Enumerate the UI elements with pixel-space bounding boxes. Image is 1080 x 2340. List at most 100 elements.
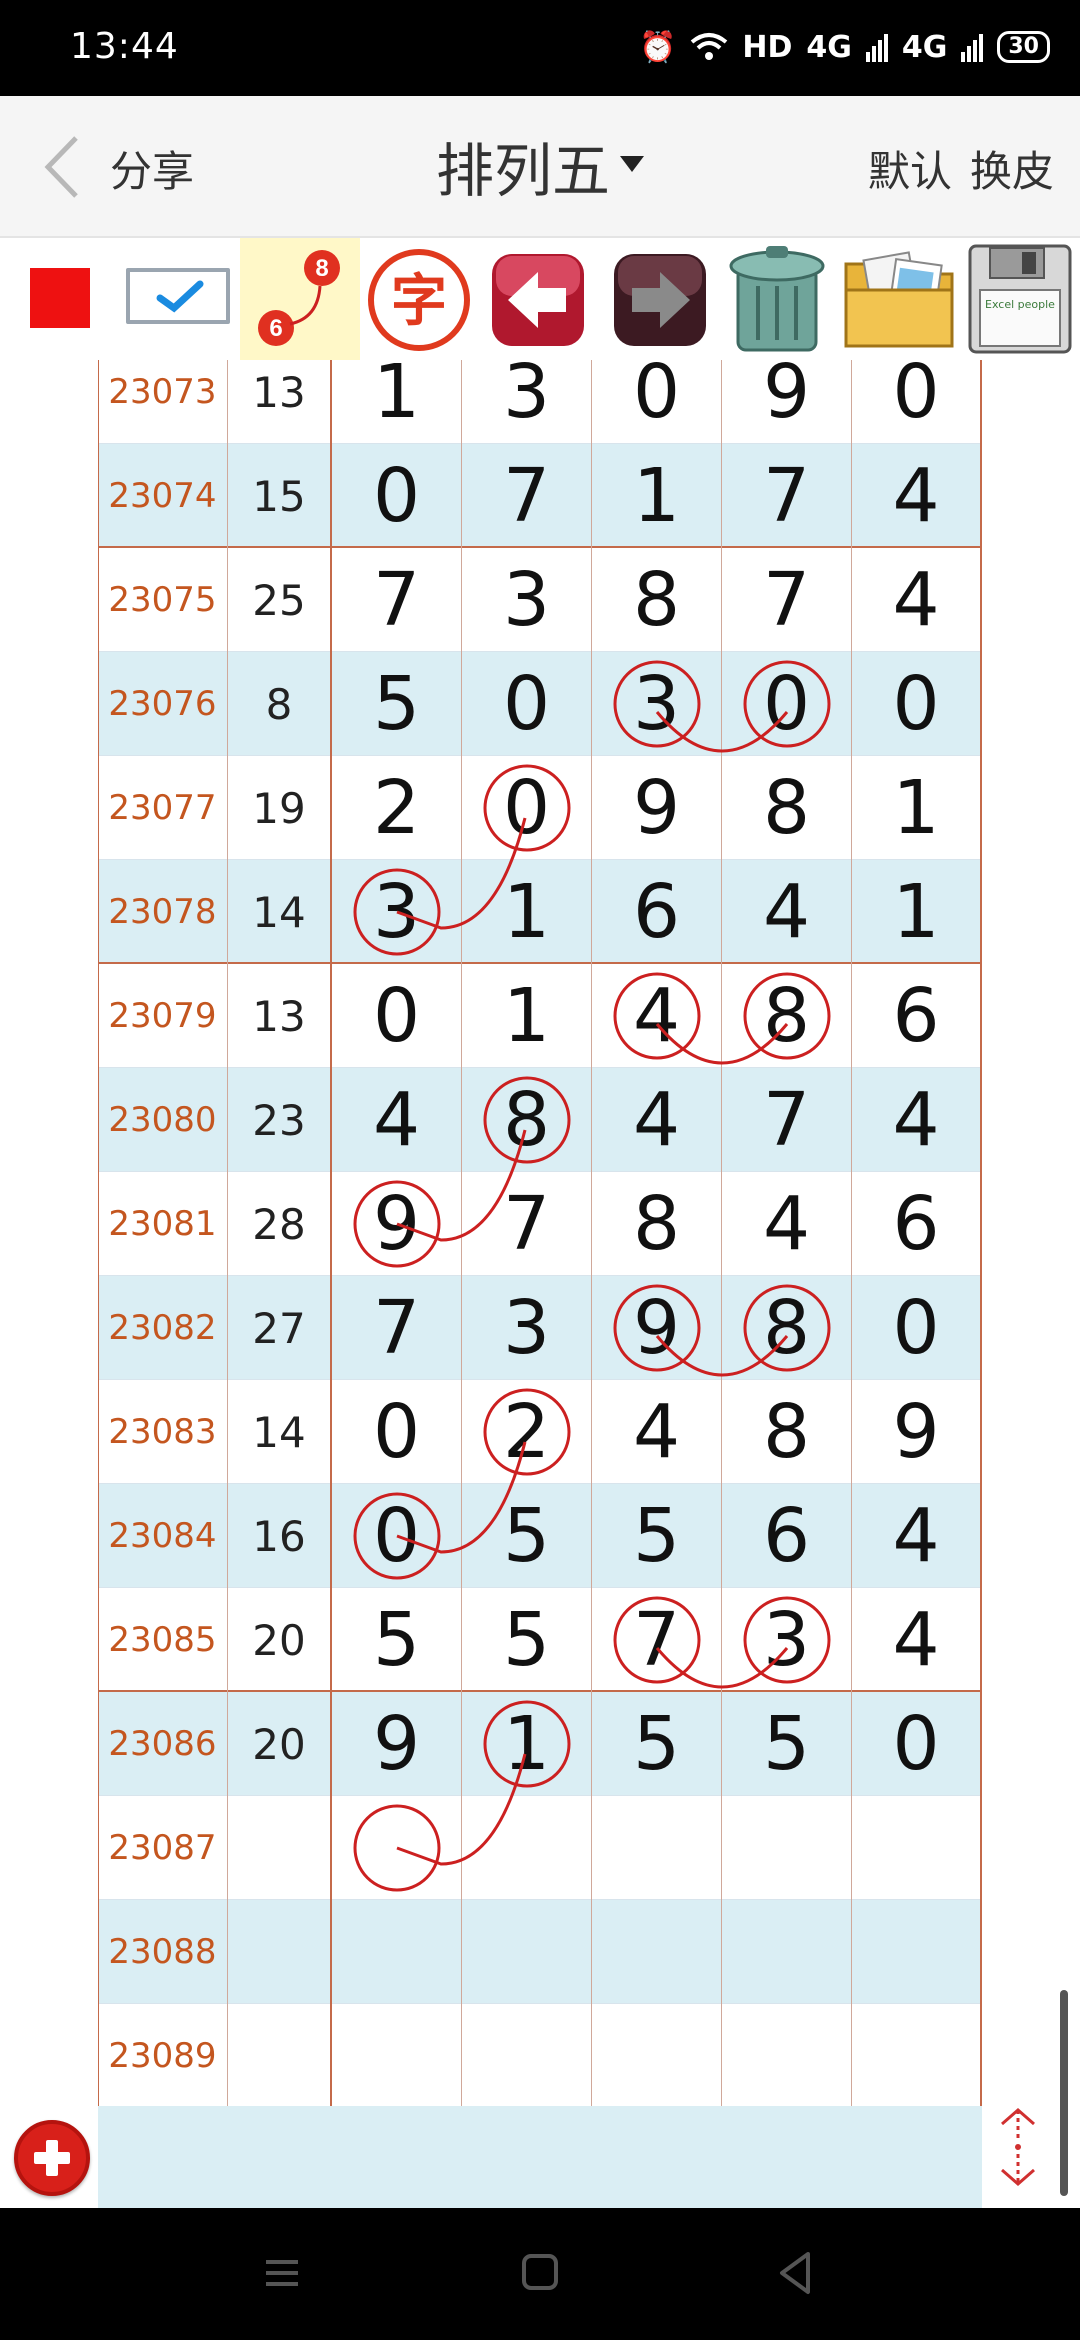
open-folder-button[interactable] [840, 238, 958, 360]
back-chevron-icon[interactable] [38, 132, 88, 202]
digit-cell-pos-5[interactable]: 4 [852, 548, 982, 652]
table-row[interactable]: 23074 15 0 7 1 7 4 [98, 444, 982, 548]
digit-cell-pos-4[interactable]: 0 [722, 652, 852, 756]
digit-cell-pos-3[interactable]: 5 [592, 1692, 722, 1796]
table-row[interactable]: 23075 25 7 3 8 7 4 [98, 548, 982, 652]
digit-cell-pos-1[interactable] [332, 1796, 462, 1900]
digit-cell-pos-1[interactable]: 5 [332, 652, 462, 756]
undo-button[interactable] [486, 238, 590, 360]
digit-cell-pos-3[interactable] [592, 1900, 722, 2004]
digit-cell-pos-5[interactable] [852, 2004, 982, 2106]
digit-cell-pos-4[interactable] [722, 1900, 852, 2004]
digit-cell-pos-3[interactable]: 3 [592, 652, 722, 756]
digit-cell-pos-5[interactable] [852, 1796, 982, 1900]
digit-cell-pos-2[interactable]: 0 [462, 756, 592, 860]
redo-button[interactable] [608, 238, 712, 360]
digit-cell-pos-5[interactable]: 1 [852, 756, 982, 860]
digit-cell-pos-3[interactable]: 9 [592, 1276, 722, 1380]
digit-cell-pos-4[interactable]: 4 [722, 1172, 852, 1276]
digit-cell-pos-5[interactable]: 9 [852, 1380, 982, 1484]
digit-cell-pos-1[interactable]: 7 [332, 548, 462, 652]
digit-cell-pos-3[interactable]: 4 [592, 964, 722, 1068]
digit-cell-pos-3[interactable]: 9 [592, 756, 722, 860]
digit-cell-pos-2[interactable]: 3 [462, 548, 592, 652]
digit-cell-pos-1[interactable]: 7 [332, 1276, 462, 1380]
digit-cell-pos-2[interactable]: 1 [462, 860, 592, 964]
checkbox-tool-button[interactable] [126, 268, 230, 324]
table-row[interactable]: 23078 14 3 1 6 4 1 [98, 860, 982, 964]
digit-cell-pos-5[interactable]: 0 [852, 652, 982, 756]
table-row[interactable]: 23089 [98, 2004, 982, 2106]
digit-cell-pos-4[interactable]: 8 [722, 1380, 852, 1484]
digit-cell-pos-1[interactable] [332, 1900, 462, 2004]
color-picker-button[interactable] [30, 268, 90, 328]
digit-cell-pos-4[interactable]: 5 [722, 1692, 852, 1796]
table-row[interactable]: 23085 20 5 5 7 3 4 [98, 1588, 982, 1692]
digit-cell-pos-5[interactable]: 4 [852, 444, 982, 548]
digit-cell-pos-1[interactable]: 0 [332, 1484, 462, 1588]
home-nav-icon[interactable] [500, 2238, 580, 2308]
digit-cell-pos-4[interactable]: 7 [722, 1068, 852, 1172]
save-button[interactable]: Excel people [964, 238, 1076, 360]
digit-cell-pos-2[interactable]: 7 [462, 444, 592, 548]
digit-cell-pos-4[interactable]: 9 [722, 360, 852, 444]
digit-cell-pos-2[interactable]: 5 [462, 1588, 592, 1692]
digit-cell-pos-2[interactable]: 2 [462, 1380, 592, 1484]
digit-cell-pos-4[interactable]: 6 [722, 1484, 852, 1588]
default-button[interactable]: 默认 [868, 138, 952, 199]
digit-cell-pos-3[interactable]: 5 [592, 1484, 722, 1588]
table-row[interactable]: 23083 14 0 2 4 8 9 [98, 1380, 982, 1484]
digit-cell-pos-4[interactable]: 8 [722, 1276, 852, 1380]
digit-cell-pos-3[interactable]: 0 [592, 360, 722, 444]
menu-nav-icon[interactable] [242, 2238, 322, 2308]
digit-cell-pos-3[interactable] [592, 2004, 722, 2106]
add-plus-button[interactable] [14, 2120, 90, 2196]
digit-cell-pos-3[interactable]: 6 [592, 860, 722, 964]
digit-cell-pos-2[interactable] [462, 2004, 592, 2106]
digit-cell-pos-4[interactable]: 4 [722, 860, 852, 964]
digit-cell-pos-1[interactable]: 5 [332, 1588, 462, 1692]
digit-cell-pos-5[interactable]: 6 [852, 964, 982, 1068]
digit-cell-pos-5[interactable]: 4 [852, 1484, 982, 1588]
digit-cell-pos-2[interactable] [462, 1796, 592, 1900]
digit-cell-pos-5[interactable] [852, 1900, 982, 2004]
scroll-up-down-icon[interactable] [996, 2104, 1040, 2190]
digit-cell-pos-2[interactable]: 3 [462, 360, 592, 444]
digit-cell-pos-5[interactable]: 4 [852, 1068, 982, 1172]
digit-cell-pos-5[interactable]: 0 [852, 1692, 982, 1796]
digit-cell-pos-5[interactable]: 0 [852, 1276, 982, 1380]
table-row[interactable]: 23086 20 9 1 5 5 0 [98, 1692, 982, 1796]
table-row[interactable]: 23082 27 7 3 9 8 0 [98, 1276, 982, 1380]
digit-cell-pos-1[interactable]: 0 [332, 444, 462, 548]
digit-cell-pos-2[interactable]: 7 [462, 1172, 592, 1276]
text-tool-button[interactable]: 字 [364, 238, 474, 360]
clear-trash-button[interactable] [722, 238, 832, 360]
digit-cell-pos-4[interactable]: 7 [722, 548, 852, 652]
digit-cell-pos-5[interactable]: 1 [852, 860, 982, 964]
dropdown-arrow-icon[interactable] [620, 156, 644, 172]
digit-cell-pos-4[interactable]: 3 [722, 1588, 852, 1692]
table-row[interactable]: 23077 19 2 0 9 8 1 [98, 756, 982, 860]
digit-cell-pos-3[interactable]: 7 [592, 1588, 722, 1692]
digit-cell-pos-3[interactable] [592, 1796, 722, 1900]
digit-cell-pos-2[interactable]: 5 [462, 1484, 592, 1588]
digit-cell-pos-2[interactable]: 1 [462, 1692, 592, 1796]
digit-cell-pos-1[interactable]: 9 [332, 1692, 462, 1796]
digit-cell-pos-1[interactable]: 9 [332, 1172, 462, 1276]
table-row[interactable]: 23084 16 0 5 5 6 4 [98, 1484, 982, 1588]
digit-cell-pos-4[interactable] [722, 2004, 852, 2106]
digit-cell-pos-2[interactable]: 0 [462, 652, 592, 756]
table-row[interactable]: 23080 23 4 8 4 7 4 [98, 1068, 982, 1172]
vertical-scrollbar[interactable] [1060, 1990, 1068, 2196]
table-row[interactable]: 23088 [98, 1900, 982, 2004]
digit-cell-pos-2[interactable]: 8 [462, 1068, 592, 1172]
line-tool-button[interactable]: 8 6 [240, 238, 360, 360]
change-skin-button[interactable]: 换皮 [970, 138, 1054, 199]
digit-cell-pos-1[interactable]: 3 [332, 860, 462, 964]
back-nav-icon[interactable] [756, 2238, 836, 2308]
page-title-dropdown[interactable]: 排列五 [436, 124, 610, 208]
digit-cell-pos-1[interactable]: 4 [332, 1068, 462, 1172]
digit-cell-pos-3[interactable]: 1 [592, 444, 722, 548]
digit-cell-pos-2[interactable] [462, 1900, 592, 2004]
digit-cell-pos-4[interactable]: 7 [722, 444, 852, 548]
